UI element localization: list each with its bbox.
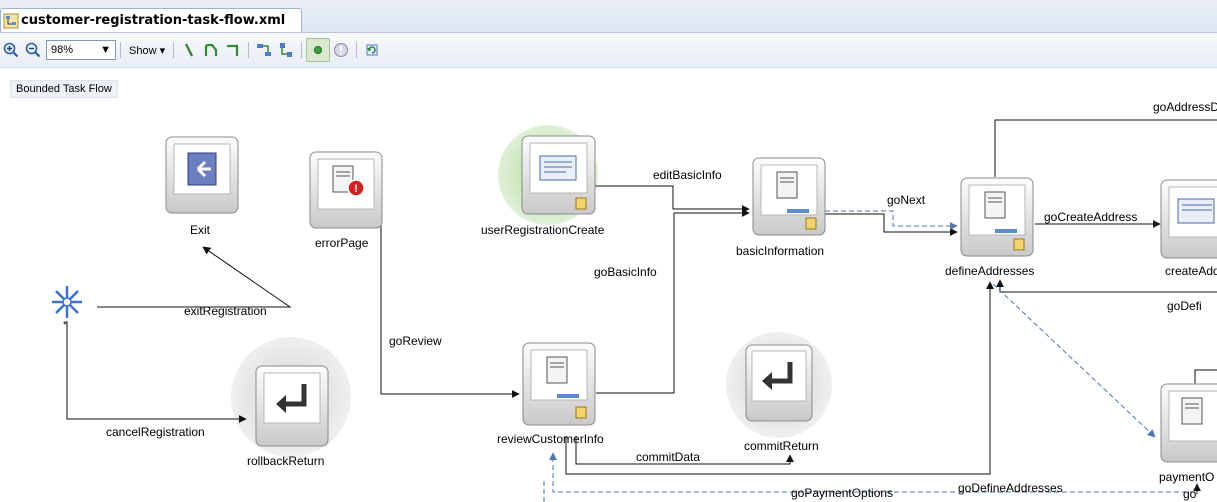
basic-information-node[interactable] <box>752 157 826 236</box>
edge-label-go-defi: goDefi <box>1167 299 1202 313</box>
edge-go-basic-info[interactable] <box>596 209 750 394</box>
node-label-exit: Exit <box>190 223 211 237</box>
edge-go-address-d[interactable] <box>994 119 1217 177</box>
edge-dashed-next[interactable] <box>825 210 958 230</box>
edge-label-edit-basic-info: editBasicInfo <box>653 168 722 182</box>
edge-go-next[interactable] <box>825 213 958 236</box>
node-label-error-page: errorPage <box>315 236 369 250</box>
payment-options-node[interactable] <box>1160 383 1217 463</box>
node-label-wildcard: * <box>63 320 67 331</box>
define-addresses-node[interactable] <box>960 177 1034 257</box>
exit-node[interactable] <box>165 136 239 214</box>
edge-label-exit-registration: exitRegistration <box>184 304 267 318</box>
edge-label-go-next: goNext <box>887 193 926 207</box>
svg-text:!: ! <box>354 183 358 195</box>
wildcard-icon[interactable] <box>52 286 82 318</box>
review-customer-info-node[interactable] <box>522 342 596 426</box>
node-label-review-customer-info: reviewCustomerInfo <box>497 432 604 446</box>
edge-label-go-basic-info: goBasicInfo <box>594 265 657 279</box>
edge-label-go-create-address: goCreateAddress <box>1044 210 1138 224</box>
error-page-node[interactable]: ! <box>309 151 383 229</box>
edge-cancel-registration[interactable] <box>66 321 247 423</box>
create-address-node[interactable] <box>1160 179 1217 259</box>
edge-label-commit-data: commitData <box>636 450 701 464</box>
edge-exit-registration[interactable] <box>97 246 292 308</box>
edge-go-defi[interactable] <box>996 279 1217 293</box>
node-label-rollback-return: rollbackReturn <box>247 454 325 468</box>
edge-label-go-define-addresses: goDefineAddresses <box>958 481 1063 495</box>
edge-label-cancel-registration: cancelRegistration <box>106 425 205 439</box>
rollback-return-node[interactable] <box>255 365 329 447</box>
node-label-create-address: createAdd <box>1165 264 1217 278</box>
edge-label-go-address-d: goAddressD <box>1153 100 1217 114</box>
node-label-commit-return: commitReturn <box>744 439 819 453</box>
edge-edit-basic-info[interactable] <box>595 185 750 213</box>
node-label-user-registration-create: userRegistrationCreate <box>481 223 605 237</box>
edge-label-go-payment-options: goPaymentOptions <box>791 486 894 500</box>
edge-label-go-review: goReview <box>389 334 442 348</box>
node-label-define-addresses: defineAddresses <box>945 264 1035 278</box>
edge-label-go-partial: go <box>1183 487 1197 501</box>
commit-return-node[interactable] <box>745 344 813 422</box>
node-label-payment-options: paymentO <box>1159 470 1215 484</box>
edge-dashed-payment[interactable] <box>992 283 1156 438</box>
user-registration-create-node[interactable] <box>521 135 596 215</box>
node-label-basic-information: basicInformation <box>736 244 825 258</box>
